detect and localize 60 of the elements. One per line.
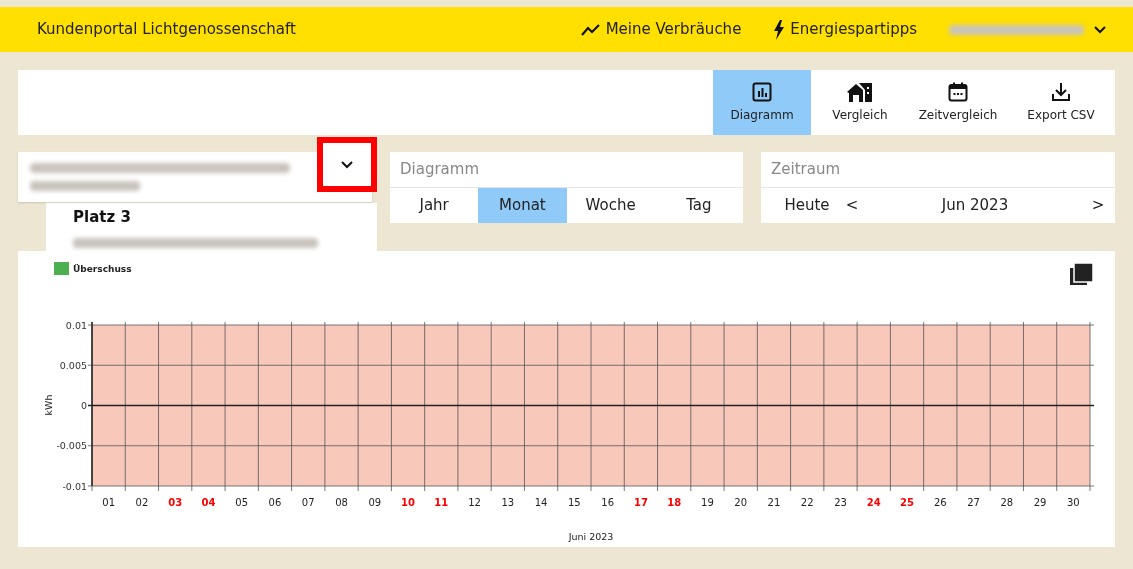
dropdown-option[interactable]: Platz 3 <box>46 203 377 251</box>
x-tick-label: 07 <box>301 497 315 508</box>
x-tick-label: 19 <box>701 497 714 508</box>
nav-link[interactable]: Energiespartipps <box>773 18 917 41</box>
download-icon <box>1051 81 1071 102</box>
x-tick-label: 20 <box>734 497 748 508</box>
x-tick-label: 12 <box>468 497 481 508</box>
y-tick-label: 0.01 <box>65 319 87 331</box>
x-tick-label: 27 <box>967 497 980 508</box>
y-tick-label: 0 <box>80 400 87 411</box>
x-tick-label: 13 <box>501 497 515 508</box>
x-tick-label: 15 <box>568 497 581 508</box>
nav-link[interactable]: Meine Verbräuche <box>580 18 742 41</box>
x-tick-label: 23 <box>834 497 847 508</box>
houses-icon <box>847 81 873 102</box>
x-tick-label: 14 <box>534 497 548 508</box>
x-tick-label: 21 <box>767 497 781 508</box>
x-tick-label: 28 <box>1000 497 1014 508</box>
x-tick-label: 17 <box>633 497 648 508</box>
x-tick-label: 09 <box>368 497 382 508</box>
x-tick-label: 06 <box>268 497 282 508</box>
option-title: Platz 3 <box>73 206 132 228</box>
calendar-icon <box>948 81 968 102</box>
x-tick-label: 02 <box>135 497 149 508</box>
dropdown-button[interactable] <box>317 137 377 192</box>
panel-title: Zeitraum <box>761 152 1115 188</box>
lightning-icon <box>773 19 786 40</box>
y-axis-label: kWh <box>43 394 54 416</box>
portal-title: Kundenportal Lichtgenossenschaft <box>37 19 296 41</box>
x-tick-label: 30 <box>1067 497 1080 508</box>
previous-button[interactable]: < <box>845 194 859 217</box>
y-tick-label: 0.005 <box>59 359 87 371</box>
x-tick-label: 08 <box>335 497 348 508</box>
period-option[interactable]: Monat <box>478 188 567 223</box>
x-tick-label: 03 <box>168 497 183 508</box>
bar-chart-icon <box>752 81 772 102</box>
trend-line-icon <box>580 22 601 37</box>
x-tick-label: 11 <box>434 497 449 508</box>
next-button[interactable]: > <box>1091 194 1105 217</box>
chevron-down-icon <box>341 160 353 169</box>
x-tick-label: 10 <box>401 497 415 508</box>
period-label: Jun 2023 <box>940 195 1010 217</box>
x-tick-label: 16 <box>601 497 614 508</box>
x-tick-label: 04 <box>201 497 216 508</box>
today-button[interactable]: Heute <box>783 194 831 217</box>
legend-label: Überschuss <box>73 264 132 274</box>
x-tick-label: 29 <box>1033 497 1047 508</box>
toolbar-tab[interactable]: Diagramm <box>713 70 811 135</box>
legend-swatch[interactable] <box>54 262 69 275</box>
x-tick-label: 24 <box>866 497 881 508</box>
chevron-down-icon <box>1094 25 1106 34</box>
x-tick-label: 05 <box>235 497 249 508</box>
y-tick-label: -0.01 <box>62 480 87 492</box>
y-tick-label: -0.005 <box>56 440 87 452</box>
x-tick-label: 26 <box>933 497 947 508</box>
x-tick-label: 01 <box>102 497 115 508</box>
x-tick-label: 25 <box>900 497 914 508</box>
x-tick-label: 22 <box>800 497 814 508</box>
x-tick-label: 18 <box>667 497 682 508</box>
x-axis-label: Juni 2023 <box>568 531 614 542</box>
